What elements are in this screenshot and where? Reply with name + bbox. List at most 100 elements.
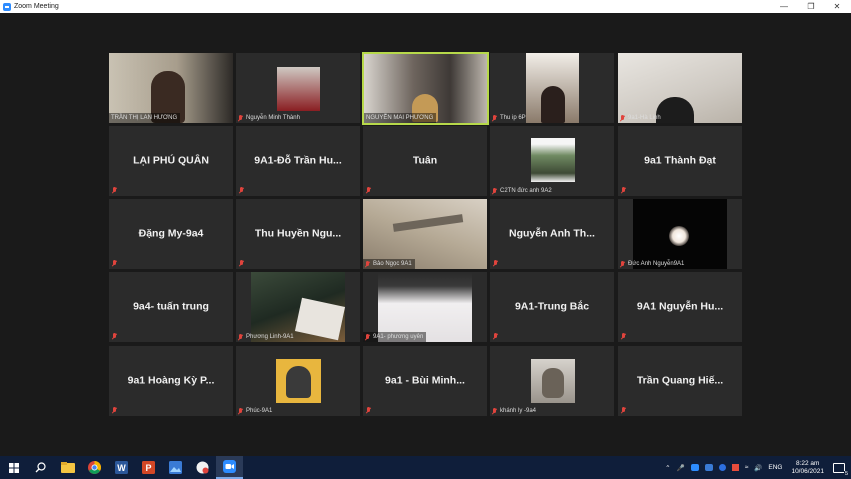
bluetooth-icon[interactable] — [718, 464, 726, 471]
participant-tile[interactable]: Nguyễn Minh Thành — [236, 53, 360, 123]
start-button[interactable] — [0, 456, 27, 479]
muted-mic-icon — [493, 333, 498, 340]
participant-tile[interactable]: LẠI PHÚ QUÂN — [109, 126, 233, 196]
muted-mic-icon — [238, 114, 243, 122]
close-button[interactable]: ✕ — [823, 0, 851, 13]
start-icon — [8, 462, 19, 473]
chevron-up-icon[interactable]: ⌃ — [665, 464, 670, 472]
camera-tray-icon[interactable] — [704, 464, 713, 471]
participant-video — [531, 138, 575, 182]
participant-display-name: Thu Huyền Ngu... — [254, 227, 342, 240]
muted-mic-icon — [621, 187, 626, 194]
participant-tile[interactable]: 9A1 Nguyễn Hu... — [618, 272, 742, 342]
participant-tile[interactable]: Phúc-9A1 — [236, 346, 360, 416]
participant-video-person — [541, 86, 565, 123]
participant-tile[interactable]: khánh ly -9a4 — [490, 346, 614, 416]
wifi-icon[interactable]: ≈ — [745, 464, 749, 471]
participant-display-name: 9a1 Thành Đạt — [644, 154, 716, 167]
window-titlebar: Zoom Meeting — ❐ ✕ — [0, 0, 851, 13]
muted-mic-icon — [365, 260, 370, 268]
participant-display-name: Nguyễn Anh Th... — [509, 227, 595, 240]
participant-tile[interactable]: Bảo Ngọc 9A1 — [363, 199, 487, 269]
zoom-tray-icon[interactable] — [690, 464, 699, 471]
participant-display-name: 9a1 - Bùi Minh... — [385, 374, 465, 387]
participant-name-label: Nguyễn Minh Thành — [236, 113, 303, 123]
participant-name-label: 9a1-Hà Linh — [618, 113, 664, 123]
muted-mic-icon — [112, 187, 117, 194]
participant-video-light — [669, 226, 689, 246]
muted-mic-icon — [620, 114, 625, 122]
svg-text:W: W — [117, 463, 126, 473]
participant-tile[interactable]: Nguyễn Anh Th... — [490, 199, 614, 269]
gallery-view: TRẦN THỊ LAN HƯƠNG Nguyễn Minh Thành NGU… — [0, 13, 851, 456]
participant-tile[interactable]: 9A1- phương uyên — [363, 272, 487, 342]
participant-display-name: Trần Quang Hiế... — [636, 374, 724, 387]
participant-tile[interactable]: 9A1-Trung Bắc — [490, 272, 614, 342]
participant-tile[interactable]: 9a1-Hà Linh — [618, 53, 742, 123]
taskbar-clock[interactable]: 8:22 am 10/06/2021 — [791, 460, 824, 476]
participant-display-name: 9A1 Nguyễn Hu... — [636, 300, 724, 313]
powerpoint-icon: P — [142, 461, 155, 474]
participant-name-label: khánh ly -9a4 — [490, 406, 539, 416]
participant-tile[interactable]: Phương Linh-9A1 — [236, 272, 360, 342]
muted-mic-icon — [620, 260, 625, 268]
photos-button[interactable] — [162, 456, 189, 479]
participant-name-label: Thu ip 6P — [490, 113, 529, 123]
maximize-button[interactable]: ❐ — [797, 0, 825, 13]
muted-mic-icon — [112, 260, 117, 267]
participant-display-name: 9a1 Hoàng Kỳ P... — [127, 374, 215, 387]
participant-tile[interactable]: 9A1-Đỗ Trần Hu... — [236, 126, 360, 196]
participant-name-label: NGUYỄN MAI PHƯƠNG — [364, 113, 437, 123]
participant-avatar-cat — [542, 368, 564, 398]
participant-tile[interactable]: Thu ip 6P — [490, 53, 614, 123]
participant-name-label: Phúc-9A1 — [236, 406, 275, 416]
powerpoint-button[interactable]: P — [135, 456, 162, 479]
defender-icon[interactable] — [731, 464, 739, 471]
participant-name-label: Đức Anh Nguyễn9A1 — [618, 259, 687, 269]
microphone-icon[interactable]: 🎤 — [677, 464, 685, 472]
participant-video — [277, 67, 320, 111]
word-icon: W — [115, 461, 128, 474]
participant-tile[interactable]: Tuân — [363, 126, 487, 196]
participant-display-name: LẠI PHÚ QUÂN — [133, 154, 209, 167]
clock-time: 8:22 am — [795, 459, 820, 467]
participant-tile-active-speaker[interactable]: NGUYỄN MAI PHƯƠNG — [362, 52, 489, 125]
muted-mic-icon — [621, 407, 626, 414]
muted-mic-icon — [112, 333, 117, 340]
notification-center-button[interactable]: 5 — [833, 462, 849, 477]
participant-tile[interactable]: Đức Anh Nguyễn9A1 — [618, 199, 742, 269]
language-indicator[interactable]: ENG — [768, 464, 782, 471]
participant-name-label: Phương Linh-9A1 — [236, 332, 297, 342]
file-explorer-button[interactable] — [54, 456, 81, 479]
muted-mic-icon — [492, 187, 497, 195]
window-title: Zoom Meeting — [14, 3, 59, 10]
participant-tile[interactable]: C2TN đức anh 9A2 — [490, 126, 614, 196]
participant-display-name: 9A1-Đỗ Trần Hu... — [254, 154, 342, 167]
word-button[interactable]: W — [108, 456, 135, 479]
notification-count-badge: 5 — [843, 470, 849, 477]
participant-display-name: 9a4- tuấn trung — [133, 300, 209, 313]
volume-icon[interactable]: 🔊 — [754, 464, 762, 472]
svg-text:P: P — [145, 463, 151, 473]
chrome-button[interactable] — [81, 456, 108, 479]
screen-recorder-button[interactable] — [189, 456, 216, 479]
minimize-button[interactable]: — — [770, 0, 798, 13]
chrome-icon — [88, 461, 101, 474]
search-button[interactable] — [27, 456, 54, 479]
participant-tile[interactable]: 9a4- tuấn trung — [109, 272, 233, 342]
participant-tile[interactable]: Đặng My-9a4 — [109, 199, 233, 269]
muted-mic-icon — [492, 114, 497, 122]
participant-name-label: TRẦN THỊ LAN HƯƠNG — [109, 113, 181, 123]
muted-mic-icon — [239, 187, 244, 194]
muted-mic-icon — [493, 260, 498, 267]
participant-tile[interactable]: Thu Huyền Ngu... — [236, 199, 360, 269]
muted-mic-icon — [621, 333, 626, 340]
participant-tile[interactable]: 9a1 Hoàng Kỳ P... — [109, 346, 233, 416]
participant-tile[interactable]: 9a1 Thành Đạt — [618, 126, 742, 196]
participant-display-name: Đặng My-9a4 — [138, 227, 204, 240]
participant-tile[interactable]: 9a1 - Bùi Minh... — [363, 346, 487, 416]
zoom-button[interactable] — [216, 456, 243, 479]
participant-tile[interactable]: TRẦN THỊ LAN HƯƠNG — [109, 53, 233, 123]
muted-mic-icon — [112, 407, 117, 414]
participant-tile[interactable]: Trần Quang Hiế... — [618, 346, 742, 416]
